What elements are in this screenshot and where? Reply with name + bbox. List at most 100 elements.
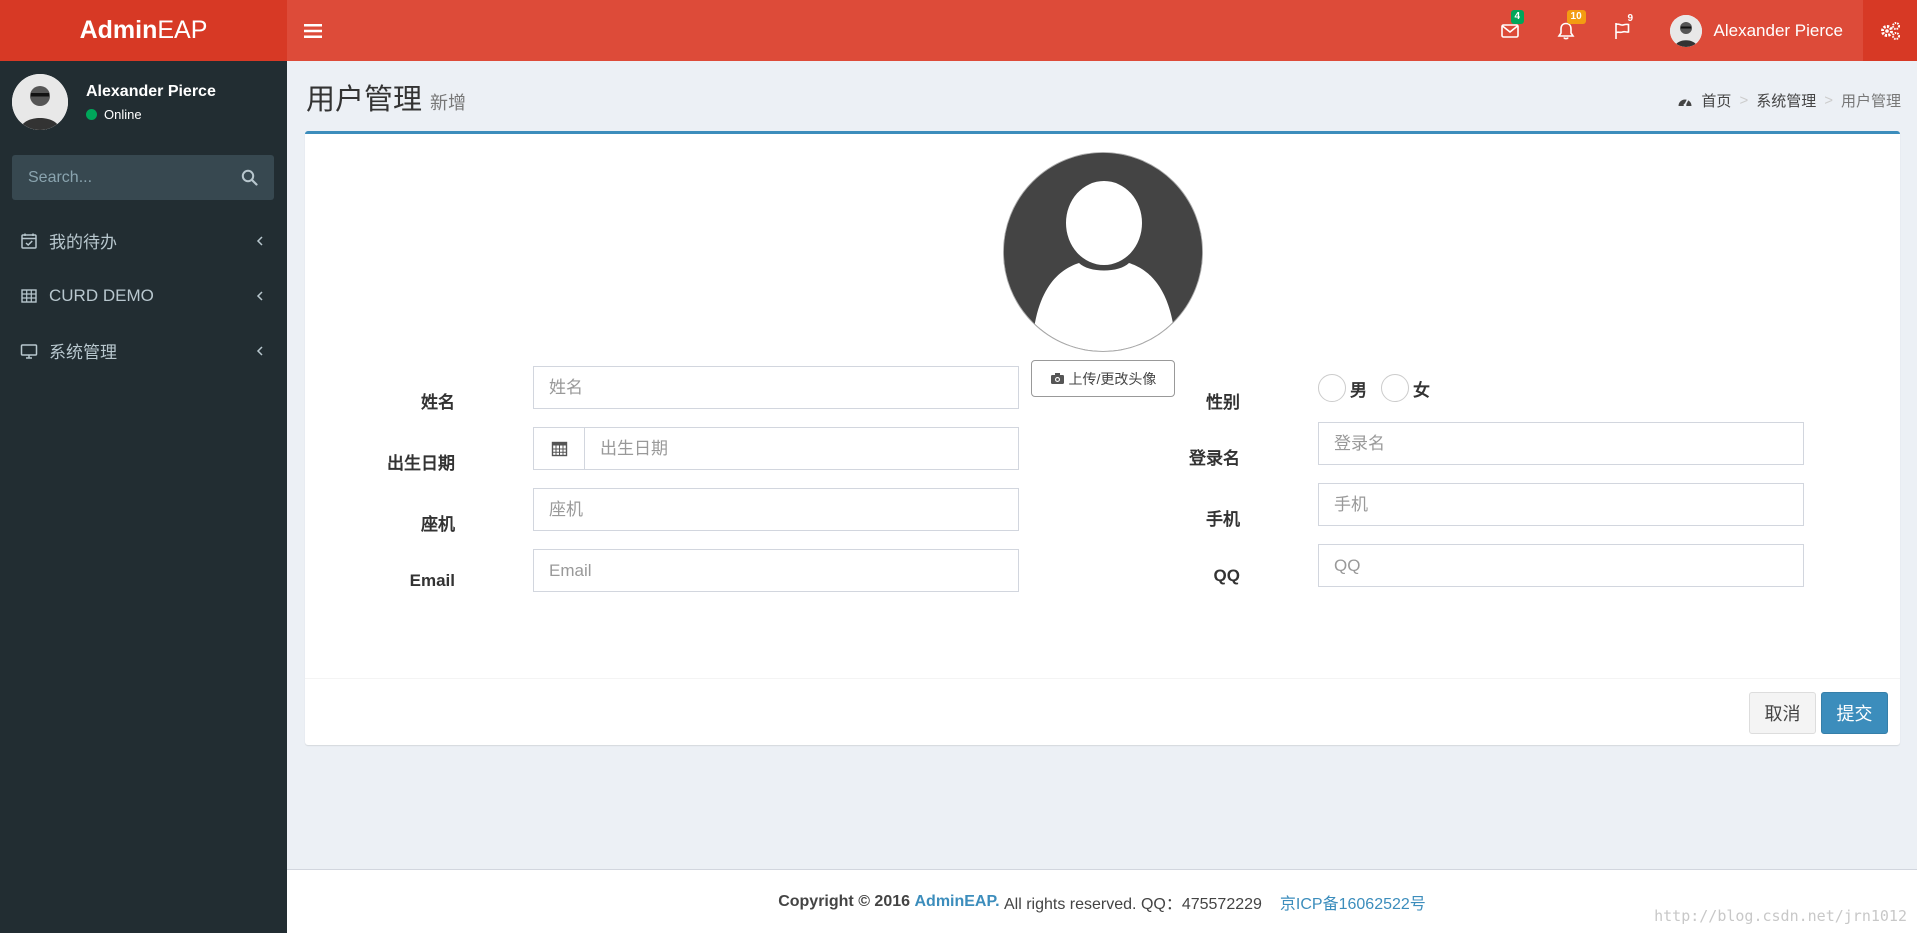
sidebar-item-todo[interactable]: 我的待办	[0, 213, 287, 268]
rights-text: All rights reserved. QQ：475572229	[1004, 895, 1262, 913]
breadcrumb-system[interactable]: 系统管理	[1756, 90, 1816, 111]
online-status: Online	[86, 107, 216, 122]
sidebar-item-label: 系统管理	[49, 343, 117, 362]
email-input[interactable]	[534, 550, 1018, 591]
calendar-check-icon	[21, 233, 37, 249]
sidebar-toggle-button[interactable]	[287, 0, 339, 61]
breadcrumb-separator: >	[1739, 92, 1749, 109]
notifications-button[interactable]: 10	[1538, 0, 1594, 61]
hamburger-icon	[304, 23, 322, 38]
main-sidebar: Alexander Pierce Online 我的待办 CURD DEMO 系…	[0, 61, 287, 933]
login-field	[1318, 422, 1804, 465]
user-info: Alexander Pierce Online	[86, 83, 216, 122]
sidebar-item-label: 我的待办	[49, 233, 117, 252]
gender-male-radio[interactable]	[1318, 374, 1346, 402]
name-label: 姓名	[421, 393, 455, 412]
form-footer: 取消 提交	[305, 678, 1900, 748]
gender-label: 性别	[1206, 393, 1240, 412]
messages-button[interactable]: 4	[1482, 0, 1538, 61]
user-photo-icon	[12, 74, 68, 130]
search-icon[interactable]	[241, 169, 258, 186]
dashboard-icon	[1678, 98, 1692, 106]
page-title: 用户管理 新增	[306, 84, 466, 116]
content-header: 用户管理 新增 首页 > 系统管理 > 用户管理	[306, 76, 1901, 116]
messages-badge: 4	[1510, 10, 1525, 24]
qq-field	[1318, 544, 1804, 587]
name-input[interactable]	[534, 367, 1018, 408]
top-navbar: 4 10 9 Alexander Pierce	[287, 0, 1917, 61]
breadcrumb-separator: >	[1824, 92, 1833, 109]
birth-field	[533, 427, 1019, 470]
mobile-field	[1318, 483, 1804, 526]
user-avatar-image	[1003, 152, 1203, 352]
name-field	[533, 366, 1019, 409]
navbar-user-name: Alexander Pierce	[1713, 20, 1843, 40]
page-footer: Copyright © 2016 AdminEAP. All rights re…	[287, 869, 1917, 933]
sidebar-avatar	[12, 74, 68, 130]
gender-female-label: 女	[1413, 380, 1430, 400]
sidebar-item-curd-demo[interactable]: CURD DEMO	[0, 268, 287, 323]
gender-male-option[interactable]: 男	[1318, 374, 1367, 402]
sidebar-item-system[interactable]: 系统管理	[0, 323, 287, 378]
gender-male-label: 男	[1350, 380, 1367, 400]
phone-label: 座机	[421, 515, 455, 534]
gears-icon	[1881, 21, 1900, 40]
email-label: Email	[409, 571, 455, 590]
page-subtitle: 新增	[430, 93, 467, 113]
logo-bold: Admin	[79, 16, 158, 44]
brand-link[interactable]: AdminEAP.	[914, 893, 999, 911]
navbar-right: 4 10 9 Alexander Pierce	[1482, 0, 1917, 61]
gender-female-option[interactable]: 女	[1381, 374, 1430, 402]
sidebar-item-label: CURD DEMO	[49, 285, 154, 305]
email-field	[533, 549, 1019, 592]
user-panel: Alexander Pierce Online	[0, 61, 287, 143]
search-input[interactable]	[28, 168, 241, 187]
user-menu[interactable]: Alexander Pierce	[1650, 0, 1863, 61]
sidebar-search	[12, 155, 274, 200]
birth-label: 出生日期	[387, 454, 455, 473]
breadcrumb: 首页 > 系统管理 > 用户管理	[1677, 90, 1901, 111]
watermark-text: http://blog.csdn.net/jrn1012	[1654, 907, 1907, 925]
breadcrumb-home[interactable]: 首页	[1701, 90, 1731, 111]
phone-input[interactable]	[534, 489, 1018, 530]
breadcrumb-current: 用户管理	[1840, 93, 1901, 110]
tasks-badge: 9	[1627, 13, 1634, 24]
default-user-icon	[1004, 153, 1202, 351]
mobile-label: 手机	[1206, 510, 1240, 529]
icp-link[interactable]: 京ICP备16062522号	[1280, 890, 1426, 914]
app-logo[interactable]: Admin EAP	[0, 0, 287, 61]
user-photo-icon	[1669, 14, 1702, 47]
user-form-box: 上传/更改头像 姓名 出生日期 座机 Email 性别 男 女 登录名 手机	[305, 131, 1900, 745]
upload-avatar-label: 上传/更改头像	[1068, 370, 1157, 387]
chevron-left-icon	[256, 235, 263, 246]
logo-light: EAP	[157, 16, 208, 44]
copyright-text: Copyright © 2016	[778, 892, 911, 910]
chevron-left-icon	[256, 290, 263, 301]
birth-date-input[interactable]	[585, 428, 1018, 469]
camera-icon	[1050, 373, 1064, 384]
status-text: Online	[104, 106, 142, 122]
calendar-icon	[551, 441, 567, 457]
login-input[interactable]	[1319, 423, 1803, 464]
gender-radio-group: 男 女	[1318, 374, 1444, 402]
qq-label: QQ	[1213, 566, 1240, 585]
notifications-badge: 10	[1566, 10, 1586, 24]
mobile-input[interactable]	[1319, 484, 1803, 525]
online-dot-icon	[86, 108, 97, 120]
login-label: 登录名	[1189, 449, 1240, 468]
sidebar-menu: 我的待办 CURD DEMO 系统管理	[0, 213, 287, 378]
chevron-left-icon	[256, 345, 263, 356]
phone-field	[533, 488, 1019, 531]
sidebar-user-name: Alexander Pierce	[86, 82, 216, 100]
table-icon	[21, 288, 37, 303]
gender-female-radio[interactable]	[1381, 374, 1409, 402]
cancel-button[interactable]: 取消	[1749, 692, 1816, 734]
page-title-text: 用户管理	[306, 84, 423, 116]
desktop-icon	[20, 343, 38, 359]
submit-button[interactable]: 提交	[1821, 692, 1888, 734]
qq-input[interactable]	[1319, 545, 1803, 586]
calendar-addon[interactable]	[534, 428, 585, 469]
control-sidebar-button[interactable]	[1863, 0, 1917, 61]
avatar	[1669, 14, 1702, 47]
tasks-button[interactable]: 9	[1594, 0, 1650, 61]
